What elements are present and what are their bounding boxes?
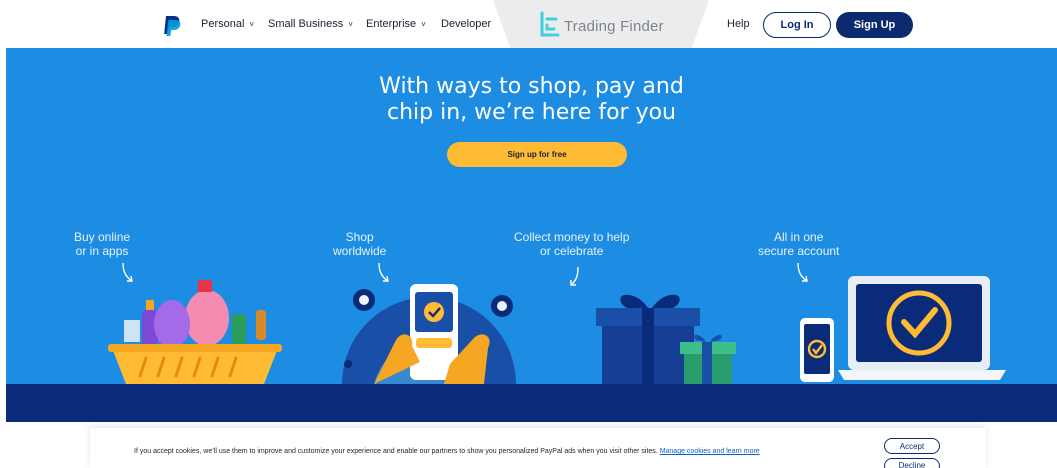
watermark-text: Trading Finder <box>564 18 664 35</box>
hero-title-line2: chip in, we’re here for you <box>387 100 676 125</box>
hero-title: With ways to shop, pay and chip in, we’r… <box>6 74 1057 126</box>
gift-boxes-illustration <box>596 294 736 384</box>
cookie-banner: If you accept cookies, we’ll use them to… <box>90 428 986 468</box>
feature-1-line2: or in apps <box>75 244 129 258</box>
nav-small-business[interactable]: Small Business ˅ <box>268 18 353 30</box>
login-button[interactable]: Log In <box>763 12 831 38</box>
feature-2-line2: worldwide <box>333 244 387 258</box>
nav-developer-label: Developer <box>441 18 492 30</box>
feature-buy-online-label: Buy online or in apps <box>74 230 130 258</box>
manage-cookies-link[interactable]: Manage cookies and learn more <box>660 448 760 455</box>
decline-cookies-button[interactable]: Decline <box>884 458 940 468</box>
laptop-phone-check-illustration <box>800 276 1006 382</box>
hero-title-line1: With ways to shop, pay and <box>379 74 684 99</box>
accept-cookies-button[interactable]: Accept <box>884 438 940 454</box>
chevron-down-icon: ˅ <box>348 19 353 29</box>
feature-shop-worldwide-label: Shop worldwide <box>333 230 386 258</box>
nav-enterprise[interactable]: Enterprise ˅ <box>366 18 426 30</box>
help-link[interactable]: Help <box>727 18 750 30</box>
feature-secure-account-label: All in one secure account <box>758 230 839 258</box>
cookie-message: If you accept cookies, we’ll use them to… <box>134 447 864 457</box>
trading-finder-logo-icon <box>540 11 560 37</box>
feature-2-line1: Shop <box>345 230 374 244</box>
curved-arrow-icon <box>570 266 579 286</box>
feature-3-line2: or celebrate <box>540 244 604 258</box>
feature-4-line2: secure account <box>758 244 840 258</box>
cookie-message-text: If you accept cookies, we’ll use them to… <box>134 448 658 455</box>
nav-personal[interactable]: Personal ˅ <box>201 18 254 30</box>
paypal-logo-icon[interactable] <box>163 15 181 37</box>
feature-3-line1: Collect money to help <box>514 230 630 244</box>
nav-personal-label: Personal <box>201 18 245 30</box>
top-navigation: Personal ˅ Small Business ˅ Enterprise ˅… <box>0 0 1057 48</box>
feature-4-line1: All in one <box>774 230 824 244</box>
chevron-down-icon: ˅ <box>421 19 426 29</box>
nav-small-business-label: Small Business <box>268 18 344 30</box>
phone-globe-illustration <box>342 284 516 384</box>
nav-developer[interactable]: Developer <box>441 18 491 30</box>
feature-1-line1: Buy online <box>74 230 131 244</box>
signup-free-button[interactable]: Sign up for free <box>447 142 627 167</box>
signup-button[interactable]: Sign Up <box>836 12 913 38</box>
nav-enterprise-label: Enterprise <box>366 18 417 30</box>
feature-collect-money-label: Collect money to help or celebrate <box>514 230 629 258</box>
chevron-down-icon: ˅ <box>249 19 255 29</box>
shopping-basket-illustration <box>108 280 282 384</box>
hero-section: With ways to shop, pay and chip in, we’r… <box>6 48 1057 384</box>
hero-footer-band <box>6 384 1057 422</box>
